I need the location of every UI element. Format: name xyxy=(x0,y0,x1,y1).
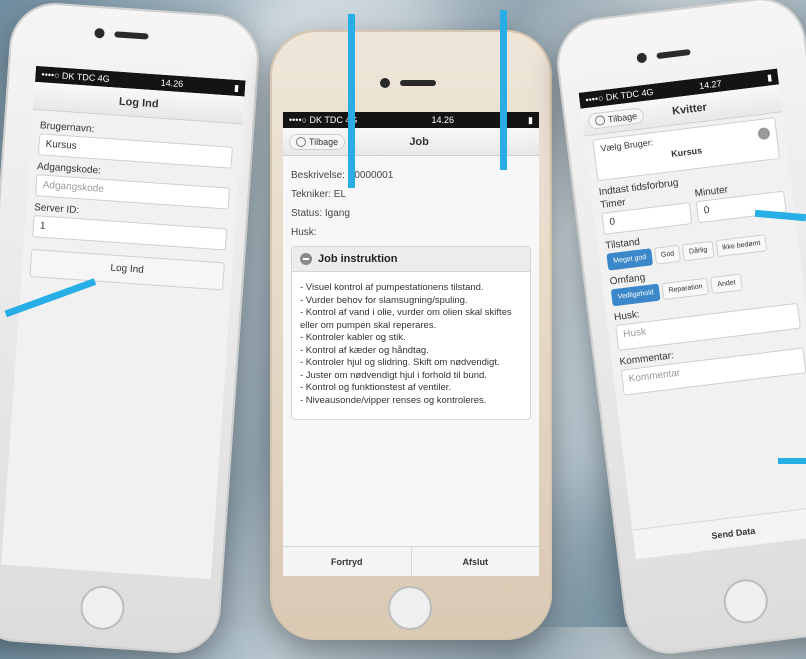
instruction-item: - Kontrol af vand i olie, vurder om olie… xyxy=(300,307,512,331)
home-button[interactable] xyxy=(388,586,432,630)
speaker-grille xyxy=(400,80,436,86)
speaker-grille xyxy=(114,31,149,40)
speaker-grille xyxy=(656,48,691,60)
state-very-good[interactable]: Meget god xyxy=(606,248,654,271)
description-text: Beskrivelse: P0000001 xyxy=(291,170,394,181)
scope-repair[interactable]: Reparation xyxy=(661,277,710,301)
scope-maintenance[interactable]: Vedligehold xyxy=(610,283,661,307)
home-button[interactable] xyxy=(721,576,771,626)
back-label: Tilbage xyxy=(309,136,339,147)
home-button[interactable] xyxy=(78,584,126,632)
instruction-item: - Visuel kontrol af pumpestationens tils… xyxy=(300,282,484,293)
instruction-item: - Vurder behov for slamsugning/spuling. xyxy=(300,294,468,306)
cancel-button[interactable]: Fortryd xyxy=(283,547,411,576)
left-phone: ••••○ DK TDC 4G 14.26 ▮ Log Ind Brugerna… xyxy=(0,0,263,656)
state-good[interactable]: God xyxy=(654,244,682,265)
job-screen: ••••○ DK TDC 4G 14.26 ▮ Tilbage Job Besk… xyxy=(283,112,539,576)
instruction-item: - Kontrol af kæder og håndtag. xyxy=(300,344,429,356)
battery-icon: ▮ xyxy=(766,71,773,83)
job-instruction-card: Job instruktion - Visuel kontrol af pump… xyxy=(291,246,531,420)
job-footer: Fortryd Afslut xyxy=(283,546,539,576)
camera-icon xyxy=(94,27,105,39)
callout-line xyxy=(348,14,355,188)
left-screen: ••••○ DK TDC 4G 14.26 ▮ Log Ind Brugerna… xyxy=(1,65,246,580)
status-text: Status: Igang xyxy=(291,208,350,219)
page-title: Kvitter xyxy=(671,100,708,118)
camera-icon xyxy=(636,52,648,64)
camera-icon xyxy=(380,78,390,88)
instruction-item: - Kontroler hjul og slidring. Skift om n… xyxy=(300,357,500,368)
back-label: Tilbage xyxy=(607,110,638,124)
card-title: Job instruktion xyxy=(318,253,398,265)
job-instruction-toggle[interactable]: Job instruktion xyxy=(292,247,530,272)
finish-button[interactable]: Afslut xyxy=(410,547,540,576)
page-title: Job xyxy=(409,135,429,148)
back-icon xyxy=(296,136,306,147)
right-phone: ••••○ DK TDC 4G 14.27 ▮ Tilbage Kvitter … xyxy=(551,0,806,659)
callout-line xyxy=(778,458,806,464)
send-data-button[interactable]: Send Data xyxy=(632,506,806,559)
instruction-list: - Visuel kontrol af pumpestationens tils… xyxy=(292,272,530,419)
battery-icon: ▮ xyxy=(528,114,533,125)
receipt-footer: Send Data xyxy=(632,505,806,560)
middle-phone: ••••○ DK TDC 4G 14.26 ▮ Tilbage Job Besk… xyxy=(270,30,552,640)
remember-text: Husk: xyxy=(291,227,317,238)
back-button[interactable]: Tilbage xyxy=(289,133,346,150)
scope-other[interactable]: Andet xyxy=(710,273,743,295)
collapse-icon xyxy=(300,253,312,265)
login-button[interactable]: Log Ind xyxy=(29,248,225,291)
carrier-text: ••••○ DK TDC 4G xyxy=(41,69,111,85)
callout-line xyxy=(500,10,507,170)
instruction-item: - Kontrol og funktionstest af ventiler. xyxy=(300,382,452,393)
state-bad[interactable]: Dårlig xyxy=(682,240,715,262)
instruction-item: - Niveausonde/vipper renses og kontroler… xyxy=(300,394,487,406)
state-not-rated[interactable]: Ikke bedømt xyxy=(715,234,768,258)
technician-text: Tekniker: EL xyxy=(291,189,347,200)
instruction-item: - Juster om nødvendigt hjul i forhold ti… xyxy=(300,369,487,381)
instruction-item: - Kontroler kabler og stik. xyxy=(300,332,406,343)
receipt-screen: ••••○ DK TDC 4G 14.27 ▮ Tilbage Kvitter … xyxy=(578,68,806,560)
back-icon xyxy=(594,114,606,126)
back-button[interactable]: Tilbage xyxy=(587,106,645,130)
battery-icon: ▮ xyxy=(233,82,240,93)
